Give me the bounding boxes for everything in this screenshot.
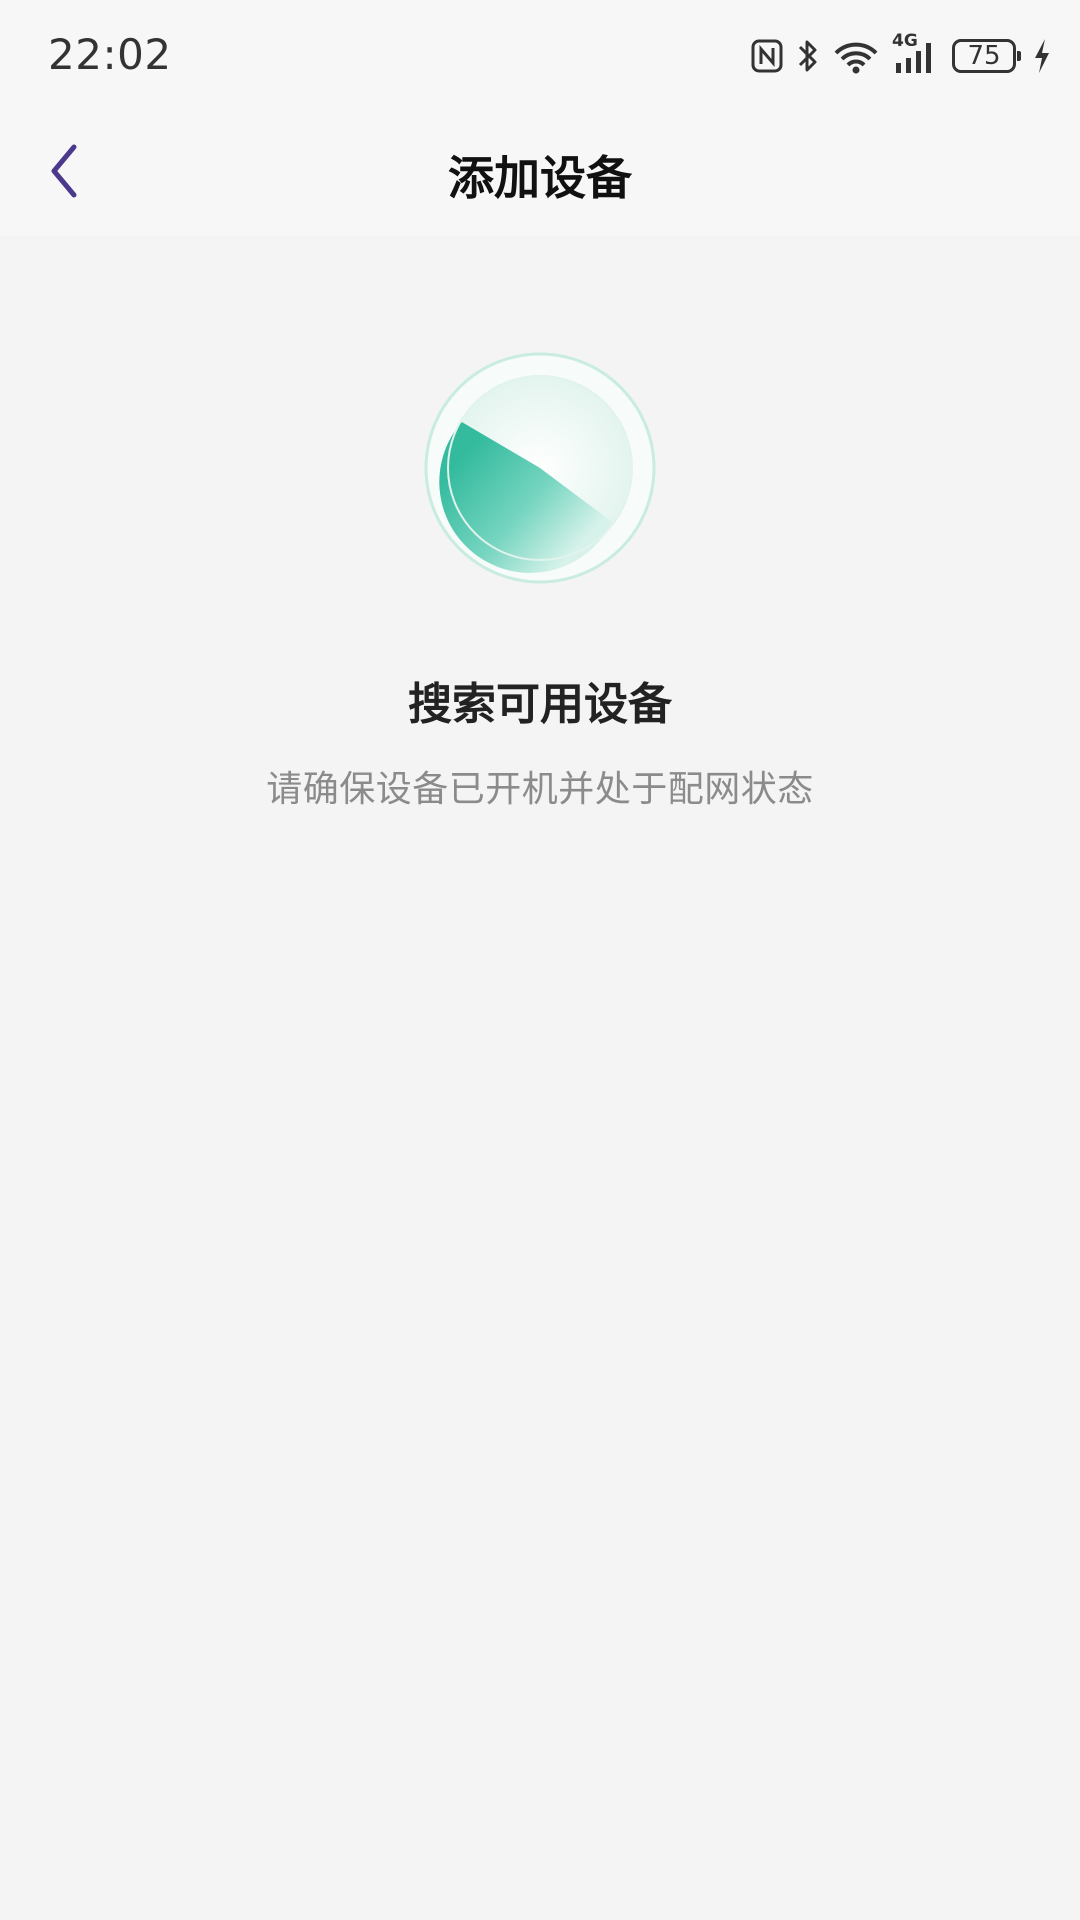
network-type-label: 4G [892,31,918,51]
search-radar-icon [422,350,658,586]
wifi-icon [832,36,880,76]
navigation-bar: 添加设备 [0,112,1080,236]
nfc-icon [750,38,784,74]
status-time: 22:02 [48,30,172,79]
page-title: 添加设备 [448,151,632,205]
battery-icon: 75 [952,39,1021,73]
search-hint: 请确保设备已开机并处于配网状态 [266,769,814,810]
search-title: 搜索可用设备 [408,679,672,730]
status-icons: 4G 75 [750,31,1052,78]
status-bar: 22:02 4G 75 [0,0,1080,112]
bluetooth-icon [796,37,820,75]
cellular-signal-icon: 4G [892,31,940,75]
charging-icon [1032,37,1052,75]
battery-level: 75 [967,41,1001,71]
